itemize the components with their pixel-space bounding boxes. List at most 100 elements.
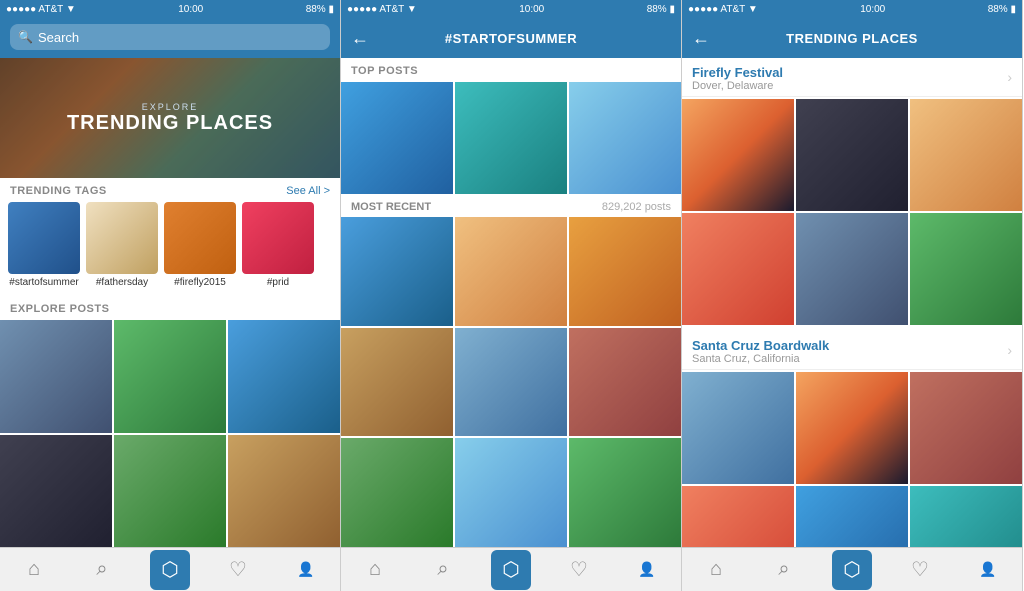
nav-search-1[interactable]: ⌕ — [82, 550, 122, 590]
place-1-header[interactable]: Firefly Festival Dover, Delaware › — [682, 58, 1022, 97]
explore-posts-header: EXPLORE POSTS — [0, 296, 340, 320]
place-2-photo-2[interactable] — [910, 372, 1022, 484]
post-image-2 — [228, 320, 340, 433]
place-1-image-1 — [796, 99, 908, 211]
back-button-3[interactable]: ← — [692, 28, 710, 49]
place-2-image-0 — [682, 372, 794, 484]
explore-posts-grid — [0, 320, 340, 547]
place-1-photo-5[interactable] — [910, 213, 1022, 325]
nav-profile-3[interactable]: 👤 — [968, 550, 1008, 590]
place-1-photo-2[interactable] — [910, 99, 1022, 211]
post-cell-1[interactable] — [114, 320, 226, 433]
post-cell-4[interactable] — [114, 435, 226, 548]
nav-search-3[interactable]: ⌕ — [764, 550, 804, 590]
tag-label-1: #fathersday — [96, 277, 148, 288]
trending-tags-title: TRENDING TAGS — [10, 185, 107, 197]
top-posts-grid — [341, 82, 681, 194]
recent-grid — [341, 217, 681, 547]
place-2-name: Santa Cruz Boardwalk — [692, 338, 992, 353]
status-bar-3: ●●●●● AT&T ▼ 10:00 88% ▮ — [682, 0, 1022, 18]
place-2-header[interactable]: Santa Cruz Boardwalk Santa Cruz, Califor… — [682, 331, 1022, 370]
place-2-arrow: › — [1007, 342, 1012, 358]
battery-1: 88% ▮ — [306, 4, 334, 15]
bottom-nav-3: ⌂ ⌕ ⬡ ♡ 👤 — [682, 547, 1022, 591]
place-2-photos — [682, 372, 1022, 547]
nav-camera-1[interactable]: ⬡ — [150, 550, 190, 590]
top-post-image-0 — [341, 82, 453, 194]
nav-likes-3[interactable]: ♡ — [900, 550, 940, 590]
place-2-image-1 — [796, 372, 908, 484]
post-image-5 — [228, 435, 340, 548]
recent-cell-2[interactable] — [569, 217, 681, 326]
top-post-0[interactable] — [341, 82, 453, 194]
recent-image-1 — [455, 217, 567, 326]
post-cell-0[interactable] — [0, 320, 112, 433]
recent-cell-5[interactable] — [569, 328, 681, 437]
nav-profile-1[interactable]: 👤 — [286, 550, 326, 590]
recent-cell-7[interactable] — [455, 438, 567, 547]
place-2-photo-5[interactable] — [910, 486, 1022, 547]
place-2-photo-1[interactable] — [796, 372, 908, 484]
recent-cell-1[interactable] — [455, 217, 567, 326]
nav-camera-2[interactable]: ⬡ — [491, 550, 531, 590]
place-2-photo-0[interactable] — [682, 372, 794, 484]
hero-explore-label: EXPLORE — [142, 102, 199, 112]
top-post-2[interactable] — [569, 82, 681, 194]
nav-likes-1[interactable]: ♡ — [218, 550, 258, 590]
place-2-photo-4[interactable] — [796, 486, 908, 547]
nav-likes-2[interactable]: ♡ — [559, 550, 599, 590]
place-2-photo-3[interactable] — [682, 486, 794, 547]
back-button-2[interactable]: ← — [351, 28, 369, 49]
nav-home-1[interactable]: ⌂ — [14, 550, 54, 590]
place-1-photo-4[interactable] — [796, 213, 908, 325]
recent-cell-3[interactable] — [341, 328, 453, 437]
post-cell-2[interactable] — [228, 320, 340, 433]
tag-thumb-3 — [242, 202, 314, 274]
post-cell-3[interactable] — [0, 435, 112, 548]
explore-posts-title: EXPLORE POSTS — [10, 303, 109, 315]
see-all-button[interactable]: See All > — [286, 185, 330, 197]
nav-home-3[interactable]: ⌂ — [696, 550, 736, 590]
place-1-photo-0[interactable] — [682, 99, 794, 211]
tag-item-0[interactable]: #startofsummer — [8, 202, 80, 288]
tag-thumb-0 — [8, 202, 80, 274]
battery-3: 88% ▮ — [988, 4, 1016, 15]
recent-image-2 — [569, 217, 681, 326]
panel-hashtag: ●●●●● AT&T ▼ 10:00 88% ▮ ← #STARTOFSUMME… — [341, 0, 682, 591]
recent-cell-0[interactable] — [341, 217, 453, 326]
signal-2: ●●●●● AT&T ▼ — [347, 4, 417, 15]
tag-thumb-2 — [164, 202, 236, 274]
panel-trending-places: ●●●●● AT&T ▼ 10:00 88% ▮ ← TRENDING PLAC… — [682, 0, 1023, 591]
nav-profile-2[interactable]: 👤 — [627, 550, 667, 590]
trending-places-header: ← TRENDING PLACES — [682, 18, 1022, 58]
place-1-image-3 — [682, 213, 794, 325]
search-input-wrap[interactable]: 🔍 Search — [10, 24, 330, 50]
recent-cell-6[interactable] — [341, 438, 453, 547]
hashtag-title: #STARTOFSUMMER — [445, 31, 577, 46]
recent-cell-4[interactable] — [455, 328, 567, 437]
time-2: 10:00 — [519, 4, 544, 15]
nav-home-2[interactable]: ⌂ — [355, 550, 395, 590]
place-1-photo-3[interactable] — [682, 213, 794, 325]
tag-item-1[interactable]: #fathersday — [86, 202, 158, 288]
nav-search-2[interactable]: ⌕ — [423, 550, 463, 590]
tag-image-2 — [164, 202, 236, 274]
post-cell-5[interactable] — [228, 435, 340, 548]
recent-cell-8[interactable] — [569, 438, 681, 547]
post-image-3 — [0, 435, 112, 548]
most-recent-header: MOST RECENT 829,202 posts — [341, 194, 681, 217]
recent-image-8 — [569, 438, 681, 547]
place-1-photo-1[interactable] — [796, 99, 908, 211]
nav-camera-3[interactable]: ⬡ — [832, 550, 872, 590]
hashtag-content: TOP POSTS MOST RECENT 829,202 posts — [341, 58, 681, 547]
tag-label-0: #startofsummer — [9, 277, 78, 288]
tag-item-3[interactable]: #prid — [242, 202, 314, 288]
status-bar-2: ●●●●● AT&T ▼ 10:00 88% ▮ — [341, 0, 681, 18]
trending-tags-header: TRENDING TAGS See All > — [0, 178, 340, 202]
place-2-image-4 — [796, 486, 908, 547]
post-image-4 — [114, 435, 226, 548]
top-post-1[interactable] — [455, 82, 567, 194]
tag-item-2[interactable]: #firefly2015 — [164, 202, 236, 288]
hashtag-header: ← #STARTOFSUMMER — [341, 18, 681, 58]
recent-image-6 — [341, 438, 453, 547]
